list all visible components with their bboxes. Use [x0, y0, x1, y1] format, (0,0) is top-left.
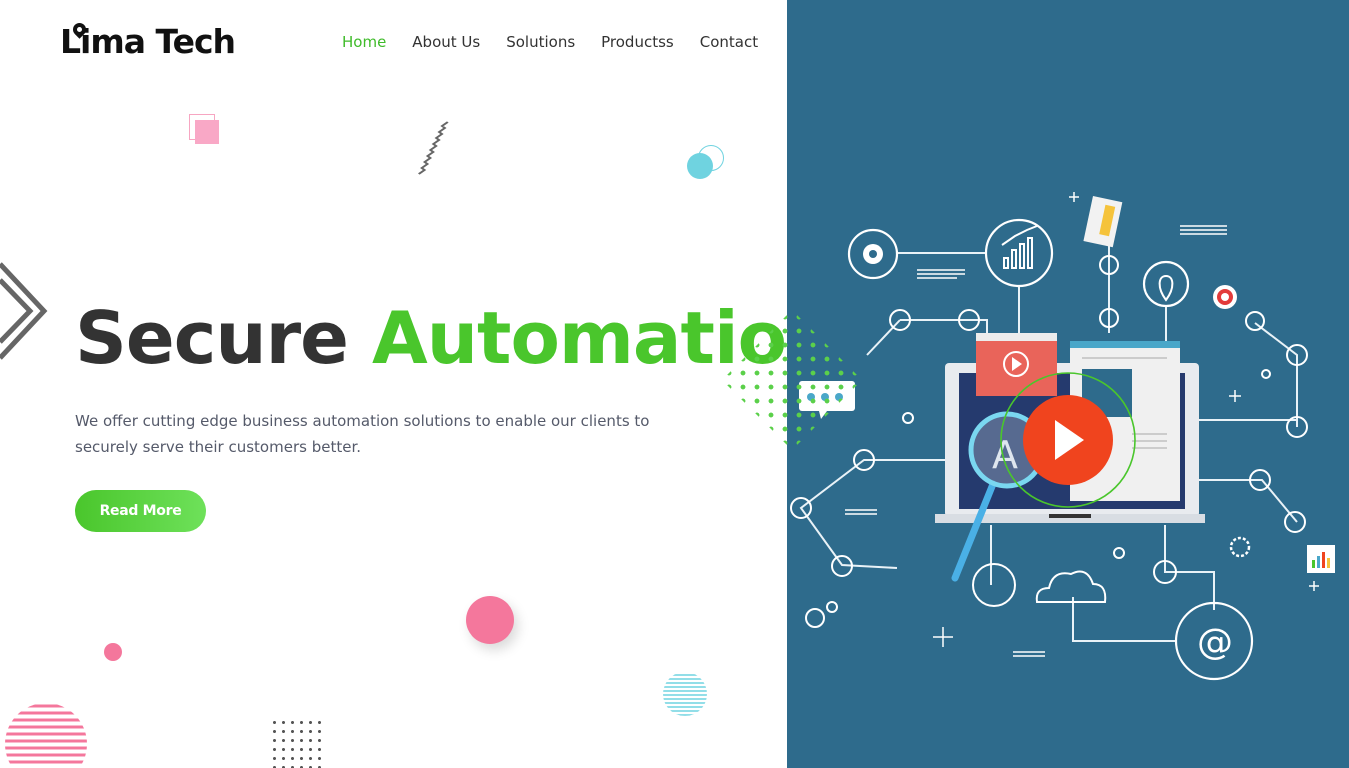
main-nav: Home About Us Solutions Productss Contac…: [342, 33, 784, 51]
nav-solutions[interactable]: Solutions: [506, 33, 575, 51]
hero-title-part1: Secure: [75, 296, 349, 380]
small-pink-dot-decoration: [104, 643, 122, 661]
hero-title-accent: Automation: [372, 296, 787, 380]
magnifier-letter: A: [992, 433, 1018, 477]
pink-square-decoration: [195, 120, 219, 144]
nav-home[interactable]: Home: [342, 33, 386, 51]
at-symbol: @: [1197, 622, 1233, 663]
dot-grid-decoration: [270, 718, 326, 768]
hero-left-panel: Lima Tech Home About Us Solutions Produc…: [0, 0, 787, 768]
nav-products[interactable]: Productss: [601, 33, 674, 51]
illustration-panel: A @: [787, 0, 1349, 768]
chevron-right-decoration: [0, 262, 48, 360]
striped-cyan-circle-decoration: [663, 674, 707, 716]
nav-about-us[interactable]: About Us: [412, 33, 480, 51]
hero-description: We offer cutting edge business automatio…: [75, 412, 650, 456]
pink-ball-decoration: [466, 596, 514, 644]
striped-pink-circle-decoration: [5, 704, 87, 764]
hero-title: Secure Automation: [75, 296, 787, 380]
read-more-button[interactable]: Read More: [75, 490, 206, 532]
nav-contact[interactable]: Contact: [700, 33, 758, 51]
cyan-circle-outline-decoration: [698, 145, 724, 171]
automation-network-illustration: A @: [790, 192, 1335, 681]
zigzag-decoration: [417, 121, 449, 175]
